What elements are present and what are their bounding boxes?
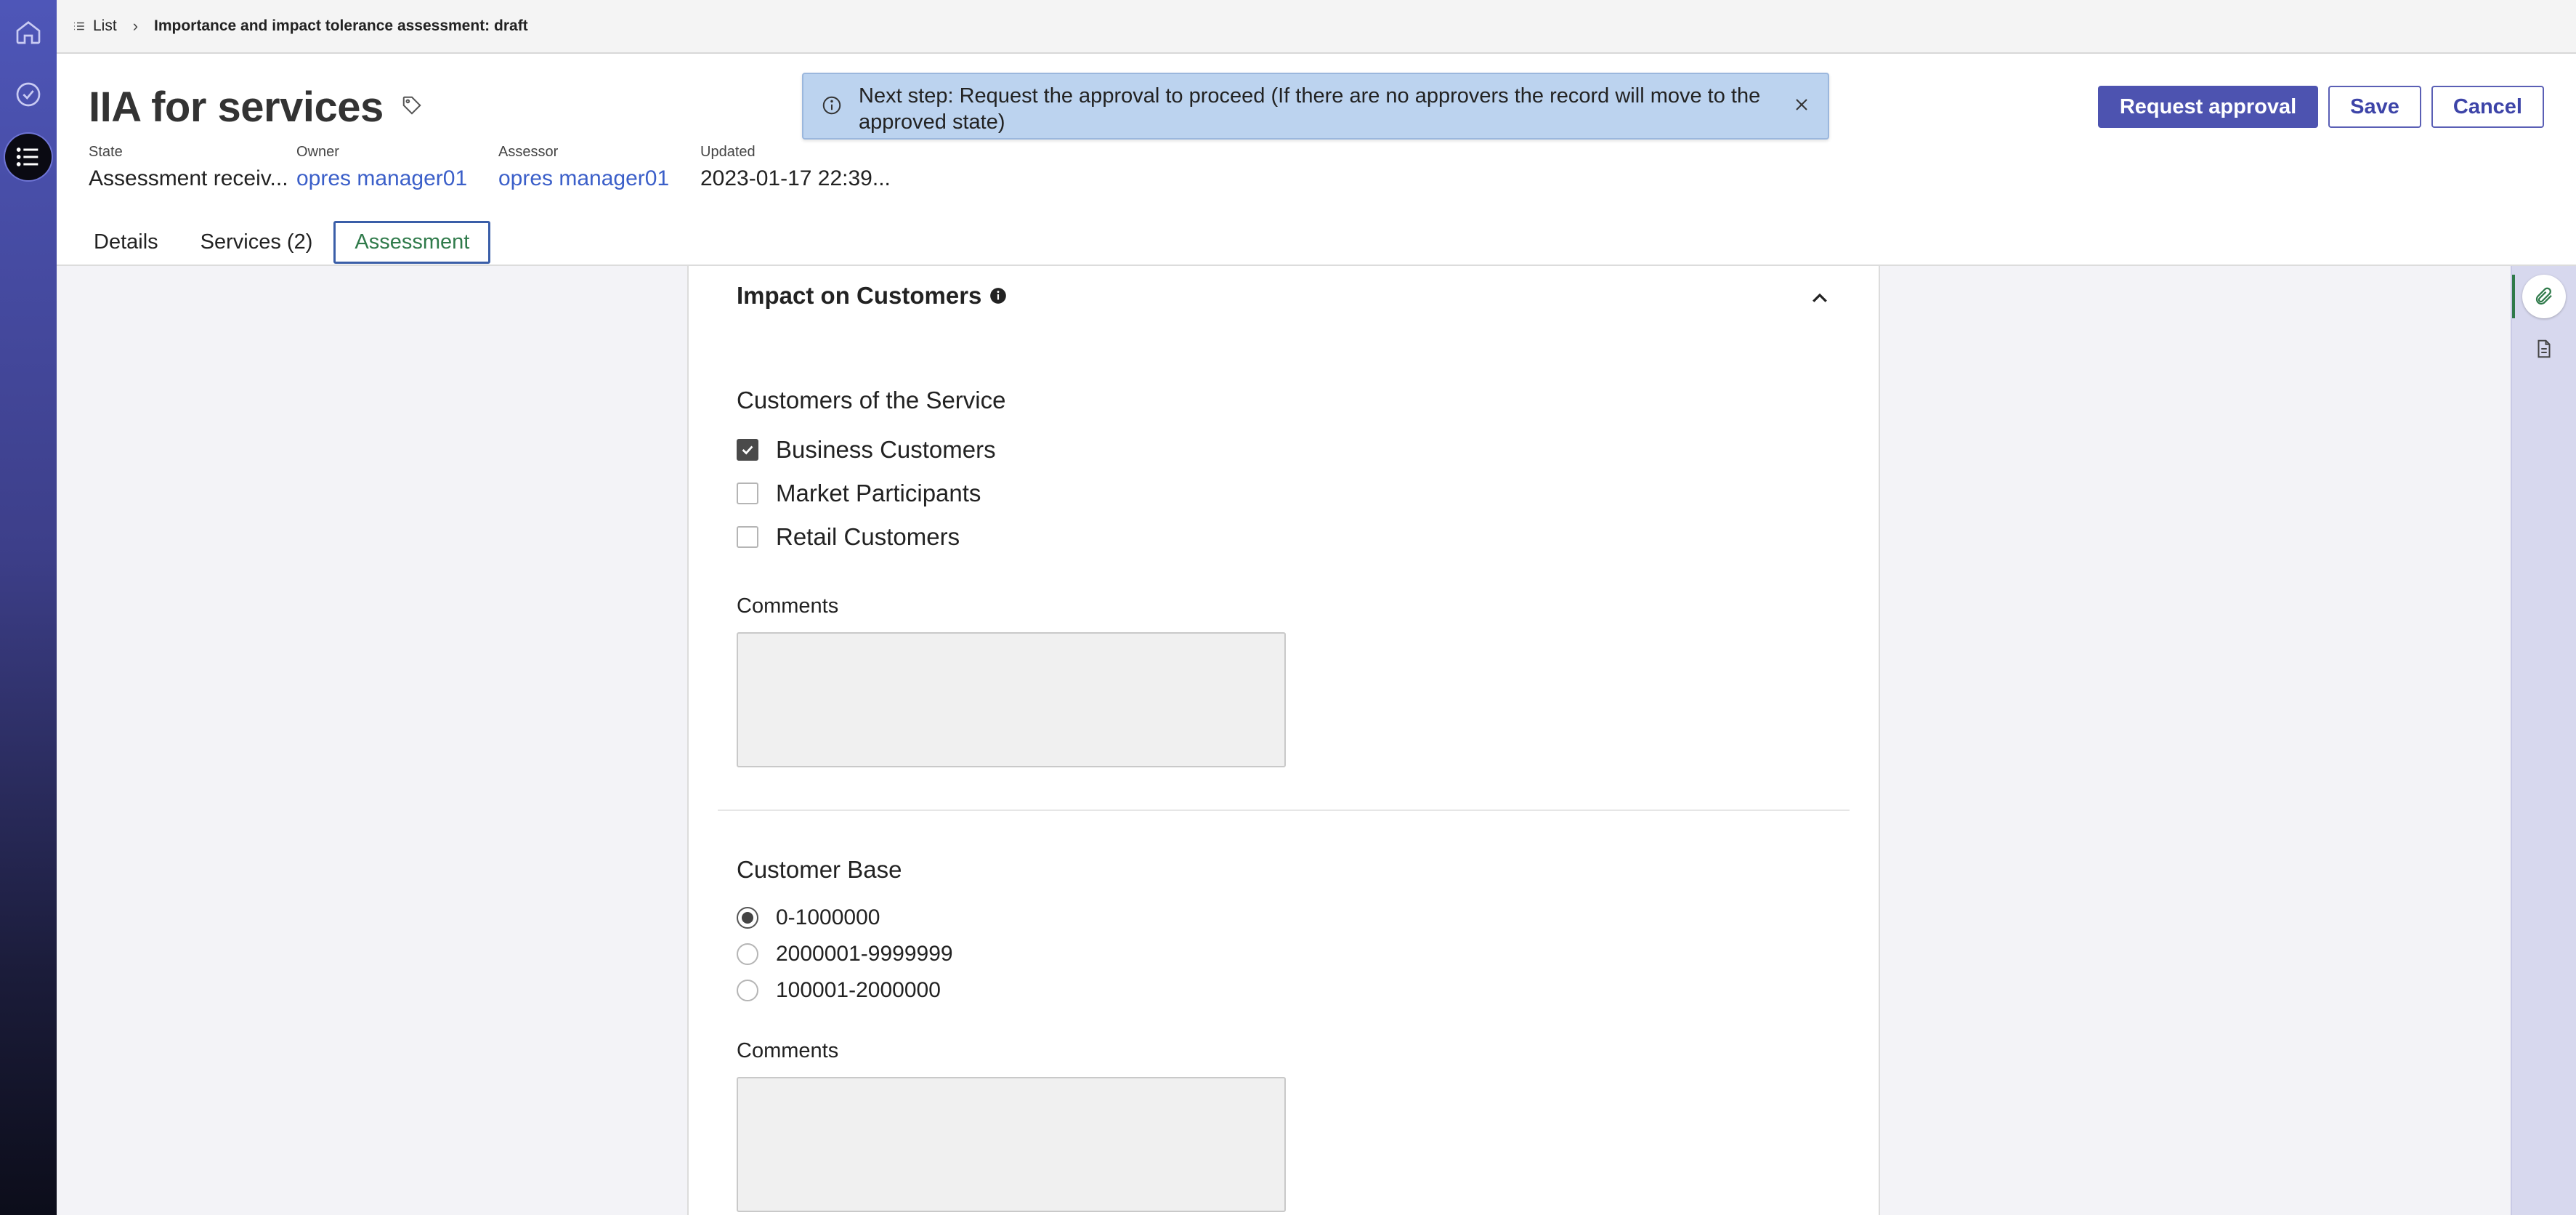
section-divider [718,810,1850,811]
tab-services[interactable]: Services (2) [179,221,334,264]
record-tabs: Details Services (2) Assessment [73,221,491,264]
checkbox[interactable] [737,526,758,548]
header-actions: Request approval Save Cancel [2097,86,2544,128]
app-window: List › Importance and impact tolerance a… [0,0,2576,1215]
meta-label: State [89,144,123,160]
left-nav-rail [0,0,57,1215]
meta-label: Owner [296,144,339,160]
breadcrumb-list-label: List [93,17,117,34]
radio-label: 0-1000000 [776,905,880,929]
customer-base-comments-field[interactable] [737,1077,1286,1212]
active-tool-indicator [2512,275,2515,318]
comments-label: Comments [737,594,839,618]
meta-owner: Owner opres manager01 [296,144,477,191]
tag-icon [402,96,421,115]
checkbox-label: Market Participants [776,480,981,506]
checkbox-business-customers[interactable]: Business Customers [737,436,996,464]
close-notification-button[interactable] [1793,96,1810,117]
cancel-button[interactable]: Cancel [2431,86,2544,128]
right-tool-rail [2511,266,2576,1215]
paperclip-icon [2535,287,2552,305]
checkbox-retail-customers[interactable]: Retail Customers [737,523,960,551]
checkbox-label: Business Customers [776,436,996,463]
customer-base-title: Customer Base [737,856,902,883]
checkbox-market-participants[interactable]: Market Participants [737,480,981,507]
close-icon [1796,99,1807,110]
info-icon [821,94,843,120]
meta-state: State Assessment receiv... [89,144,288,191]
list-nav-button[interactable] [5,134,52,180]
radio-button[interactable] [737,907,758,929]
tag-button[interactable] [401,94,423,120]
info-icon[interactable] [989,286,1008,305]
chevron-up-icon[interactable] [1809,288,1831,315]
tab-assessment[interactable]: Assessment [333,221,491,264]
radio-label: 100001-2000000 [776,978,941,1002]
breadcrumb-list-link[interactable]: List [73,17,117,35]
record-meta: State Assessment receiv... Owner opres m… [89,144,912,191]
owner-link[interactable]: opres manager01 [296,166,477,191]
meta-updated: Updated 2023-01-17 22:39... [700,144,891,191]
breadcrumb: List › Importance and impact tolerance a… [57,0,2576,54]
radio-label: 2000001-9999999 [776,942,953,966]
meta-label: Assessor [498,144,559,160]
chevron-right-icon: › [132,17,139,35]
checkmark-icon [742,445,753,455]
meta-assessor: Assessor opres manager01 [498,144,679,191]
checkbox-label: Retail Customers [776,523,960,550]
tasks-nav-button[interactable] [5,71,52,118]
home-icon [16,20,41,44]
checkbox[interactable] [737,439,758,461]
page-title: IIA for services [89,84,384,131]
meta-value: 2023-01-17 22:39... [700,166,891,190]
radio-customer-base-2[interactable]: 100001-2000000 [737,978,941,1003]
list-icon [16,148,39,166]
section-header[interactable]: Impact on Customers [737,282,1831,310]
tab-details[interactable]: Details [73,221,179,264]
radio-customer-base-0[interactable]: 0-1000000 [737,905,880,930]
customers-of-service-title: Customers of the Service [737,387,1006,413]
comments-label: Comments [737,1039,839,1062]
list-icon [74,22,84,31]
document-icon [2537,339,2551,358]
request-approval-button[interactable]: Request approval [2097,86,2319,128]
home-nav-button[interactable] [5,9,52,55]
assessment-panel: Impact on Customers Customers of the Ser… [687,266,1880,1215]
meta-label: Updated [700,144,756,160]
customers-comments-field[interactable] [737,632,1286,767]
documents-button[interactable] [2522,327,2566,371]
section-title: Impact on Customers [737,282,982,309]
checkbox[interactable] [737,483,758,504]
next-step-notification: Next step: Request the approval to proce… [802,73,1829,140]
radio-button[interactable] [737,980,758,1001]
save-button[interactable]: Save [2328,86,2421,128]
assessor-link[interactable]: opres manager01 [498,166,679,191]
breadcrumb-current: Importance and impact tolerance assessme… [154,17,528,34]
notification-message: Next step: Request the approval to proce… [859,84,1761,134]
attachments-button[interactable] [2522,275,2566,318]
meta-value: Assessment receiv... [89,166,288,190]
check-circle-icon [16,82,41,107]
radio-button[interactable] [737,943,758,965]
radio-customer-base-1[interactable]: 2000001-9999999 [737,942,953,966]
